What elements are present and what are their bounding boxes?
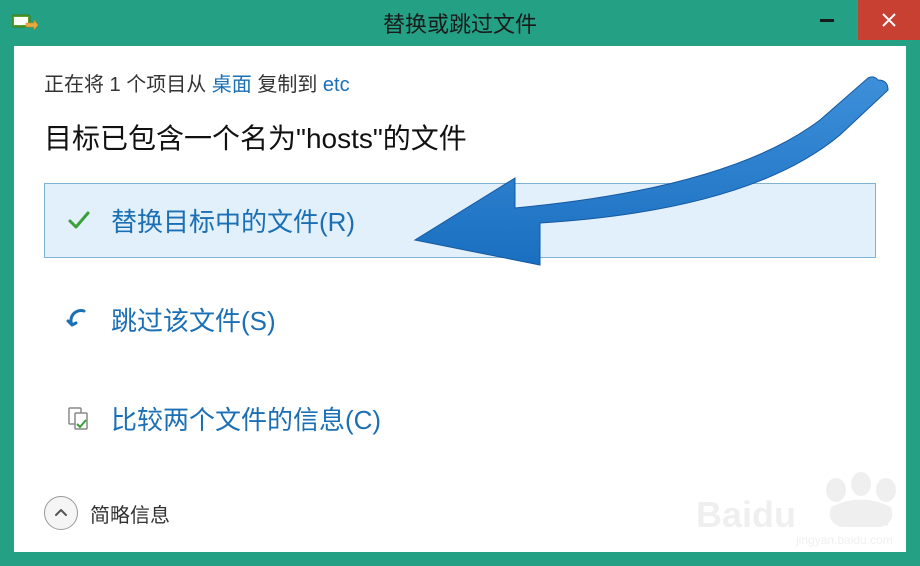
- option-replace-label: 替换目标中的文件(R): [111, 202, 355, 239]
- conflict-heading: 目标已包含一个名为"hosts"的文件: [44, 117, 876, 157]
- copy-dest-link[interactable]: etc: [323, 74, 350, 96]
- option-skip-label: 跳过该文件(S): [111, 301, 276, 338]
- app-icon: [12, 13, 38, 33]
- option-skip[interactable]: 跳过该文件(S): [44, 282, 876, 357]
- skip-arrow-icon: [65, 306, 93, 334]
- details-toggle-label: 简略信息: [90, 499, 170, 528]
- copy-prefix: 正在将 1 个项目从: [44, 74, 212, 96]
- copy-source-link[interactable]: 桌面: [212, 74, 252, 96]
- option-compare[interactable]: 比较两个文件的信息(C): [44, 381, 876, 456]
- checkmark-icon: [65, 207, 93, 235]
- content-panel: 正在将 1 个项目从 桌面 复制到 etc 目标已包含一个名为"hosts"的文…: [14, 46, 906, 552]
- minimize-button[interactable]: [796, 0, 858, 40]
- window-title: 替换或跳过文件: [383, 7, 537, 39]
- option-replace[interactable]: 替换目标中的文件(R): [44, 183, 876, 258]
- titlebar: 替换或跳过文件: [0, 0, 920, 46]
- copy-mid: 复制到: [252, 74, 323, 96]
- details-toggle[interactable]: 简略信息: [44, 496, 170, 530]
- compare-files-icon: [65, 405, 93, 433]
- window-controls: [796, 0, 920, 40]
- chevron-up-icon: [44, 496, 78, 530]
- close-button[interactable]: [858, 0, 920, 40]
- copy-status-line: 正在将 1 个项目从 桌面 复制到 etc: [44, 68, 876, 97]
- option-compare-label: 比较两个文件的信息(C): [111, 400, 381, 437]
